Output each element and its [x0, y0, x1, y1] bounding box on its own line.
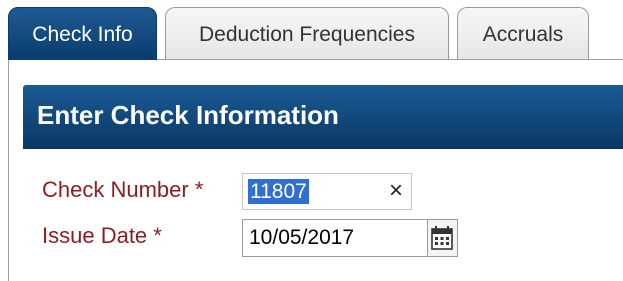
check-number-input[interactable]: 11807 × — [242, 173, 412, 210]
check-info-panel: Enter Check Information Check Number * 1… — [8, 59, 623, 281]
tab-check-info[interactable]: Check Info — [8, 7, 157, 60]
calendar-button[interactable] — [428, 219, 458, 257]
tab-strip: Check Info Deduction Frequencies Accrual… — [0, 0, 623, 60]
issue-date-input[interactable] — [242, 219, 428, 257]
section-header: Enter Check Information — [23, 85, 623, 149]
check-number-label: Check Number * — [42, 177, 204, 202]
calendar-icon — [431, 226, 453, 250]
section-title: Enter Check Information — [37, 100, 339, 130]
check-number-selected-value: 11807 — [248, 179, 309, 204]
issue-date-label: Issue Date * — [42, 223, 162, 248]
check-entry-screen: Check Info Deduction Frequencies Accrual… — [0, 0, 623, 281]
clear-icon[interactable]: × — [389, 176, 403, 206]
tab-accruals[interactable]: Accruals — [457, 7, 589, 59]
tab-deduction-frequencies[interactable]: Deduction Frequencies — [165, 7, 449, 59]
